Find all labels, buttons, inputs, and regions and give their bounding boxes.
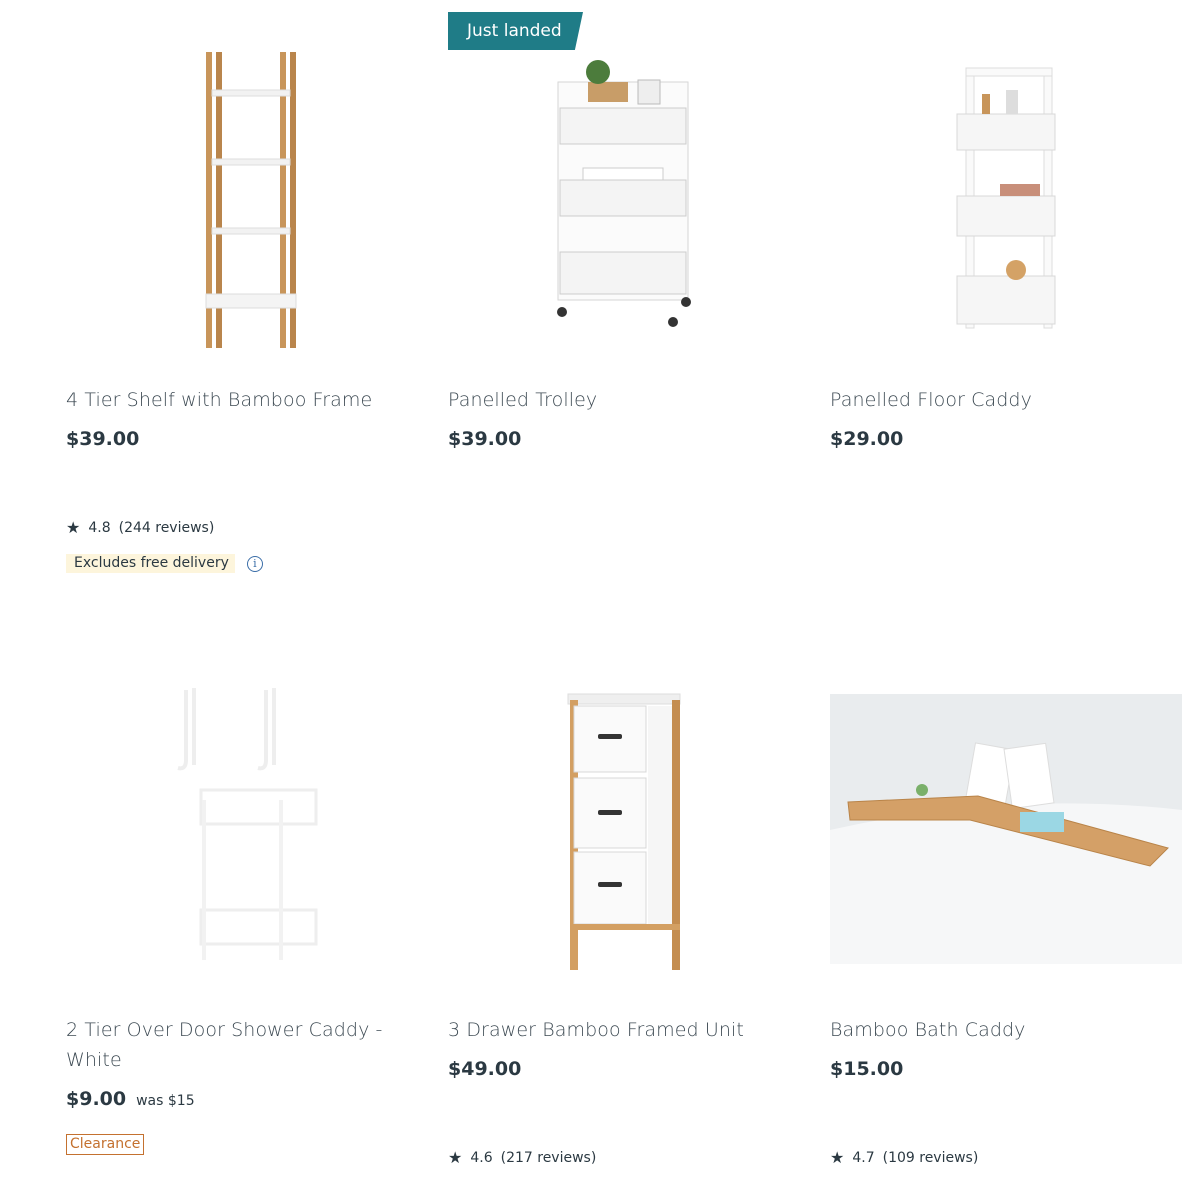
floor-caddy-image[interactable] — [830, 30, 1182, 370]
product-rating: ★ 4.8 (244 reviews) — [66, 518, 215, 537]
clearance-tag: Clearance — [66, 1134, 145, 1155]
star-icon: ★ — [830, 1148, 845, 1167]
delivery-note: Excludes free delivery — [66, 554, 235, 573]
just-landed-badge: Just landed — [448, 12, 583, 50]
product-price: $9.00 — [66, 1088, 127, 1110]
product-card[interactable]: 3 Drawer Bamboo Framed Unit $49.00 ★ 4.6… — [448, 660, 800, 1180]
shower-caddy-image[interactable] — [66, 660, 418, 1000]
product-card[interactable]: Panelled Floor Caddy $29.00 — [830, 30, 1182, 460]
star-icon: ★ — [448, 1148, 463, 1167]
info-icon[interactable]: i — [246, 555, 263, 572]
product-title[interactable]: Bamboo Bath Caddy — [830, 1016, 1026, 1045]
product-title[interactable]: Panelled Floor Caddy — [830, 386, 1032, 415]
was-price: was $15 — [136, 1093, 195, 1109]
product-price: $49.00 — [448, 1058, 522, 1080]
star-icon: ★ — [66, 518, 81, 537]
rating-value: 4.7 — [852, 1150, 875, 1166]
product-title[interactable]: Panelled Trolley — [448, 386, 597, 415]
product-rating: ★ 4.6 (217 reviews) — [448, 1148, 597, 1167]
product-card[interactable]: 2 Tier Over Door Shower Caddy - White $9… — [66, 660, 418, 1170]
rating-value: 4.8 — [88, 520, 111, 536]
product-card[interactable]: 4 Tier Shelf with Bamboo Frame $39.00 ★ … — [66, 30, 418, 590]
review-count[interactable]: (244 reviews) — [119, 520, 215, 536]
product-rating: ★ 4.7 (109 reviews) — [830, 1148, 979, 1167]
review-count[interactable]: (109 reviews) — [883, 1150, 979, 1166]
product-card[interactable]: Just landed Panelled Trolley $39.00 — [448, 12, 800, 460]
product-title[interactable]: 3 Drawer Bamboo Framed Unit — [448, 1016, 744, 1045]
trolley-image[interactable] — [448, 30, 800, 370]
bamboo-shelf-image[interactable] — [66, 30, 418, 370]
review-count[interactable]: (217 reviews) — [501, 1150, 597, 1166]
product-price: $15.00 — [830, 1058, 904, 1080]
product-title[interactable]: 4 Tier Shelf with Bamboo Frame — [66, 386, 372, 415]
drawer-unit-image[interactable] — [448, 660, 800, 1000]
product-title[interactable]: 2 Tier Over Door Shower Caddy - — [66, 1016, 383, 1045]
product-price: $39.00 — [448, 428, 522, 450]
bath-caddy-image[interactable] — [830, 660, 1182, 1000]
product-price: $29.00 — [830, 428, 904, 450]
product-price: $39.00 — [66, 428, 140, 450]
rating-value: 4.6 — [470, 1150, 493, 1166]
product-card[interactable]: Bamboo Bath Caddy $15.00 ★ 4.7 (109 revi… — [830, 660, 1182, 1180]
product-title-line2[interactable]: White — [66, 1046, 122, 1075]
